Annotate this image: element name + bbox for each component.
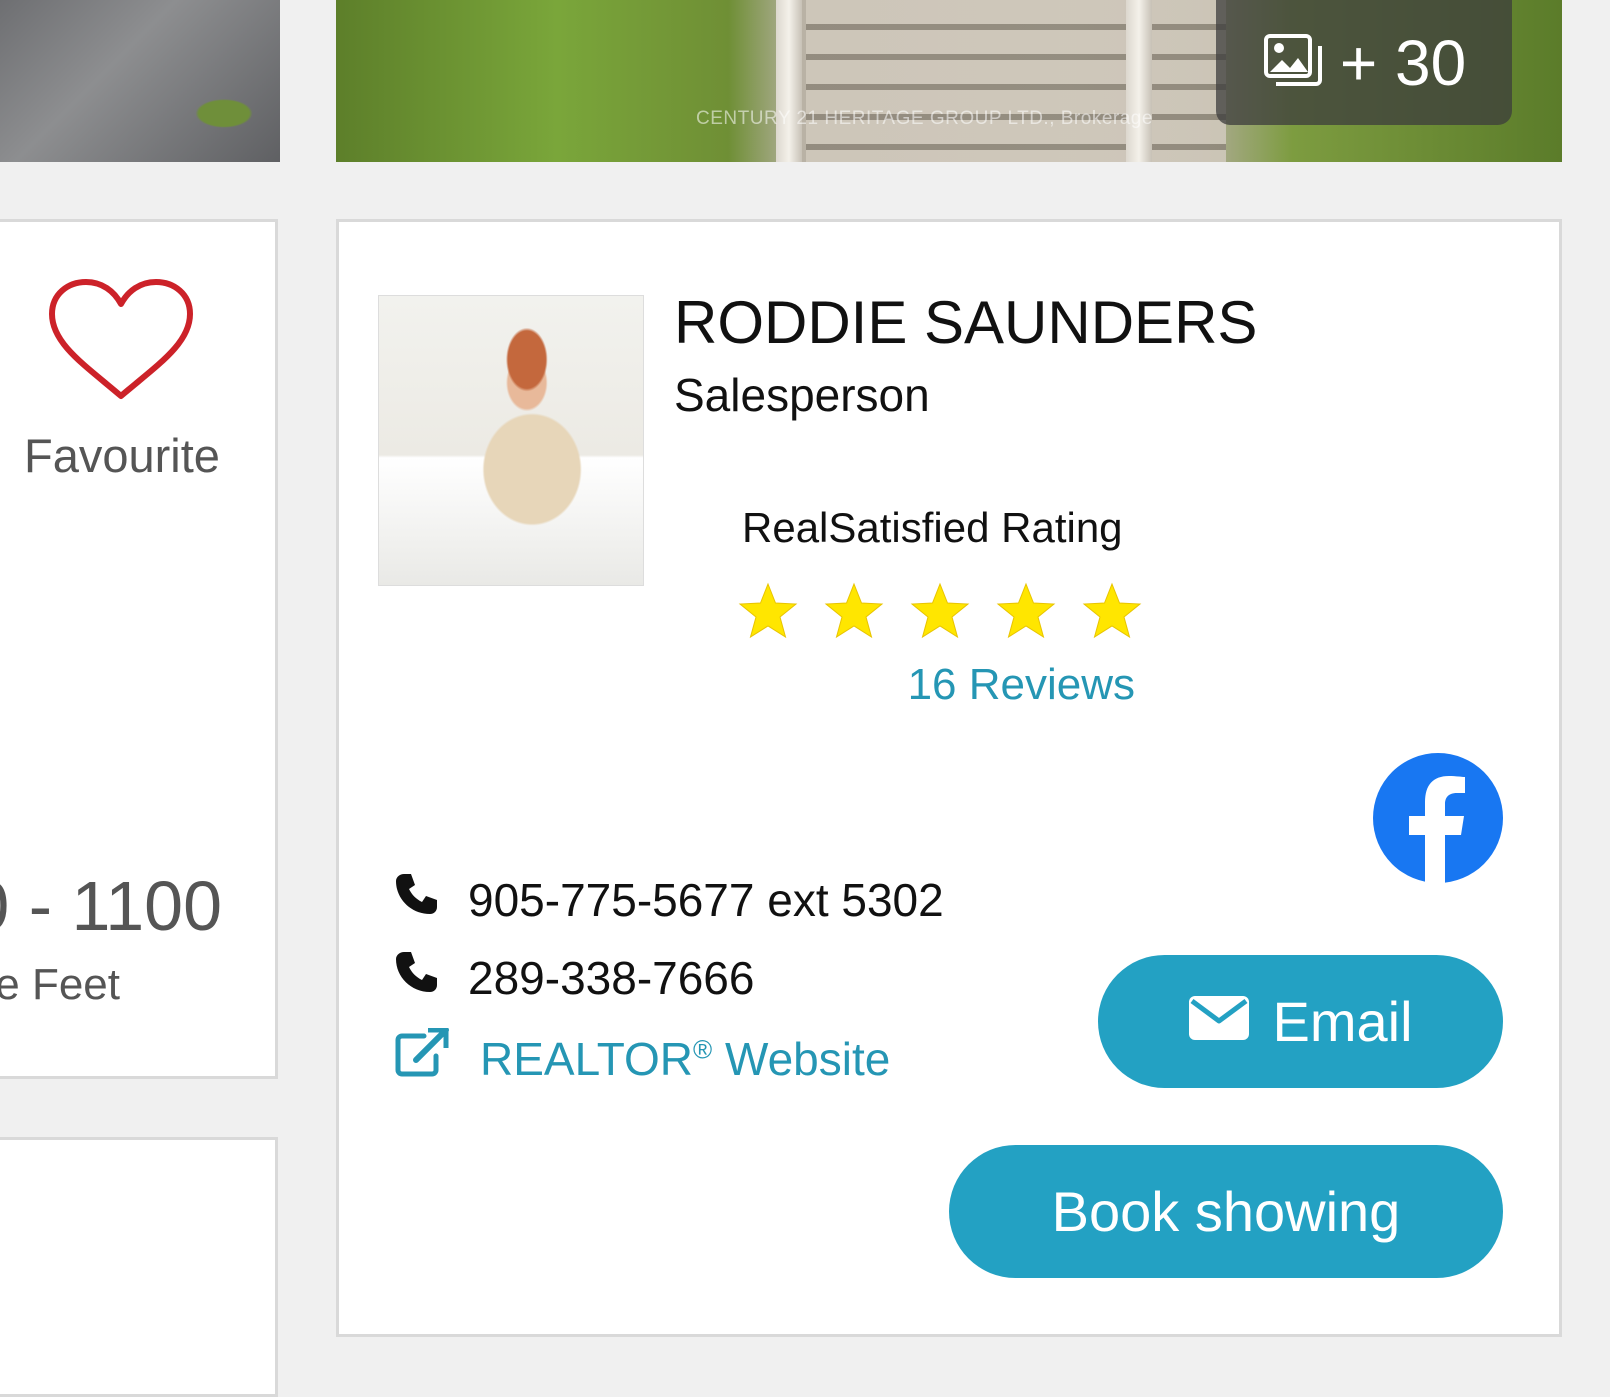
envelope-icon bbox=[1188, 989, 1250, 1054]
book-showing-button[interactable]: Book showing bbox=[949, 1145, 1503, 1278]
phone-icon bbox=[394, 950, 438, 1005]
email-button[interactable]: Email bbox=[1098, 955, 1503, 1088]
square-feet-range: 0 - 1100 bbox=[0, 867, 222, 945]
favourite-label[interactable]: Favourite bbox=[24, 428, 220, 483]
agent-title: Salesperson bbox=[674, 369, 930, 421]
photo-count-label: + 30 bbox=[1339, 26, 1467, 99]
listing-photo-thumbnail[interactable] bbox=[0, 0, 280, 162]
photo-watermark: CENTURY 21 HERITAGE GROUP LTD., Brokerag… bbox=[696, 108, 1153, 129]
realtor-website-link[interactable]: REALTOR® Website bbox=[394, 1027, 891, 1089]
phone-primary-text: 905-775-5677 ext 5302 bbox=[468, 873, 944, 926]
star-icon bbox=[824, 582, 884, 639]
book-showing-label: Book showing bbox=[1051, 1180, 1401, 1243]
rating-stars bbox=[738, 582, 1142, 640]
facebook-icon[interactable] bbox=[1373, 753, 1503, 883]
star-icon bbox=[1082, 582, 1142, 639]
email-button-label: Email bbox=[1272, 990, 1413, 1053]
agent-photo bbox=[378, 295, 644, 586]
square-feet-unit: e Feet bbox=[0, 960, 120, 1009]
listing-photo-main[interactable]: CENTURY 21 HERITAGE GROUP LTD., Brokerag… bbox=[336, 0, 1562, 162]
reviews-link[interactable]: 16 Reviews bbox=[908, 660, 1135, 710]
images-icon bbox=[1262, 32, 1326, 94]
external-link-icon bbox=[394, 1027, 450, 1089]
phone-primary[interactable]: 905-775-5677 ext 5302 bbox=[394, 872, 944, 927]
realtor-website-text: REALTOR® Website bbox=[480, 1032, 891, 1085]
phone-icon bbox=[394, 872, 438, 927]
photo-stair-detail bbox=[806, 0, 1226, 162]
heart-outline-icon[interactable] bbox=[46, 278, 196, 409]
star-icon bbox=[910, 582, 970, 639]
star-icon bbox=[996, 582, 1056, 639]
listing-detail-card bbox=[0, 1137, 278, 1397]
photo-count-button[interactable]: + 30 bbox=[1216, 0, 1512, 125]
rating-label: RealSatisfied Rating bbox=[742, 504, 1123, 551]
photo-post-detail bbox=[1126, 0, 1152, 162]
agent-name: RODDIE SAUNDERS bbox=[674, 289, 1258, 356]
phone-secondary[interactable]: 289-338-7666 bbox=[394, 950, 754, 1005]
star-icon bbox=[738, 582, 798, 639]
phone-secondary-text: 289-338-7666 bbox=[468, 951, 755, 1004]
photo-post-detail bbox=[776, 0, 802, 162]
